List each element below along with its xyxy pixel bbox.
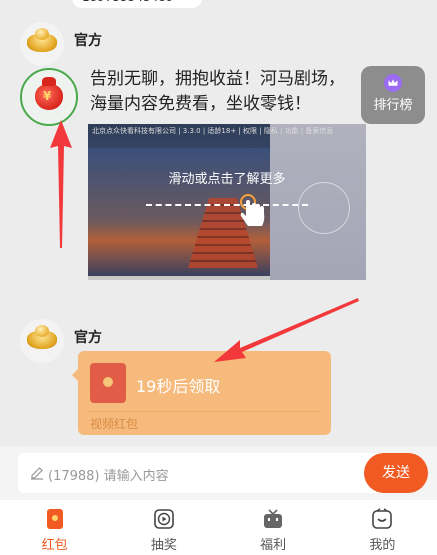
gold-ingot-icon <box>27 325 57 349</box>
ranking-button[interactable]: 排行榜 <box>361 66 425 124</box>
card-divider <box>88 411 321 412</box>
gold-ingot-icon <box>27 28 57 52</box>
message-input-bar: (17988) 请输入内容 发送 <box>0 446 437 500</box>
pen-icon <box>31 467 43 480</box>
play-icon <box>154 509 174 529</box>
tab-lottery[interactable]: 抽奖 <box>109 500 218 555</box>
tab-label: 红包 <box>41 538 68 553</box>
sender-name-2: 官方 <box>74 330 102 346</box>
red-envelope-icon <box>90 363 126 403</box>
official-avatar[interactable] <box>20 22 64 66</box>
ranking-label: 排行榜 <box>373 98 413 113</box>
tab-red-packet[interactable]: 红包 <box>0 500 109 555</box>
pointer-arrow-up <box>50 120 72 248</box>
previous-message-bubble: 189753343489 <box>72 0 202 8</box>
tap-hand-icon <box>240 194 265 226</box>
bottom-tab-bar: 红包 抽奖 福利 我的 <box>0 500 437 555</box>
bear-sketch-image <box>298 182 350 234</box>
message-input[interactable]: (17988) 请输入内容 <box>18 453 398 493</box>
sender-name: 官方 <box>74 33 102 49</box>
video-ad[interactable]: 北京点众快看科技有限公司 | 3.3.0 | 适龄18+ | 权限 | 隐私 |… <box>88 124 366 280</box>
swipe-guide-line <box>146 204 308 206</box>
tab-label: 抽奖 <box>150 538 177 553</box>
money-bag-icon <box>35 77 63 110</box>
send-button[interactable]: 发送 <box>364 453 428 493</box>
ad-swipe-hint[interactable]: 滑动或点击了解更多 <box>88 168 366 187</box>
tab-welfare[interactable]: 福利 <box>219 500 328 555</box>
tab-label: 我的 <box>369 538 396 553</box>
money-bag-avatar[interactable] <box>20 68 78 126</box>
ad-company-caption: 北京点众快看科技有限公司 | 3.3.0 | 适龄18+ | 权限 | 隐私 |… <box>92 127 334 135</box>
promo-message: 告别无聊，拥抱收益！河马剧场，海量内容免费看，坐收零钱！ <box>90 69 345 114</box>
video-progress-bar <box>88 276 270 280</box>
profile-icon <box>372 508 393 529</box>
tab-profile[interactable]: 我的 <box>328 500 437 555</box>
video-side-panel <box>270 124 366 280</box>
previous-message-text: 189753343489 <box>82 0 174 4</box>
pointer-arrow-left <box>214 298 359 362</box>
red-packet-type: 视频红包 <box>90 417 139 431</box>
red-packet-countdown: 19秒后领取 <box>136 377 221 396</box>
red-packet-icon <box>46 509 63 529</box>
input-placeholder: (17988) 请输入内容 <box>48 469 169 484</box>
official-avatar-2[interactable] <box>20 319 64 363</box>
tab-label: 福利 <box>260 538 287 553</box>
crown-icon <box>384 74 402 92</box>
tv-icon <box>264 509 283 528</box>
